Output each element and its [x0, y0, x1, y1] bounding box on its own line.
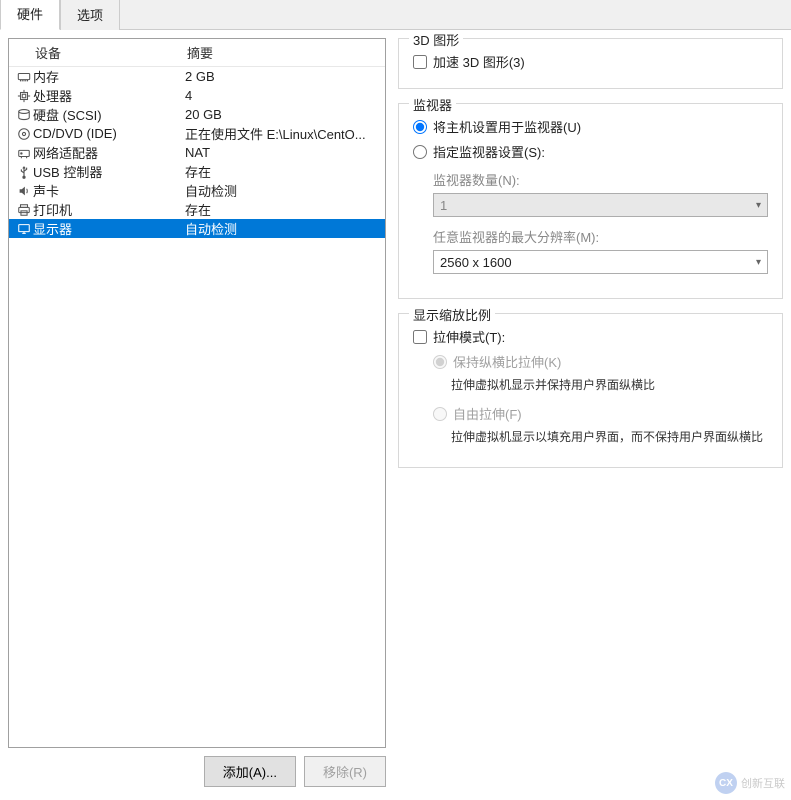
header-device: 设备: [17, 43, 187, 62]
monitor-count-select: 1 ▾: [433, 193, 768, 217]
checkbox-stretch-mode-label: 拉伸模式(T):: [433, 327, 505, 346]
radio-keep-aspect-label: 保持纵横比拉伸(K): [453, 352, 561, 371]
group-monitor: 监视器 将主机设置用于监视器(U) 指定监视器设置(S): 监视器数量(N): …: [398, 103, 783, 299]
watermark: CX 创新互联: [715, 772, 785, 794]
hardware-row-summary: 存在: [185, 200, 379, 219]
free-stretch-desc: 拉伸虚拟机显示以填充用户界面，而不保持用户界面纵横比: [451, 428, 768, 445]
printer-icon: [15, 203, 33, 217]
checkbox-accelerate-3d-label: 加速 3D 图形(3): [433, 52, 525, 71]
hardware-row[interactable]: 内存 2 GB: [9, 67, 385, 86]
hardware-row-summary: 4: [185, 88, 379, 103]
disk-icon: [15, 108, 33, 122]
header-summary: 摘要: [187, 43, 377, 62]
remove-button: 移除(R): [304, 756, 386, 787]
hardware-row[interactable]: 处理器 4: [9, 86, 385, 105]
hardware-row-summary: 正在使用文件 E:\Linux\CentO...: [185, 124, 379, 143]
hardware-row-summary: NAT: [185, 145, 379, 160]
checkbox-stretch-mode[interactable]: 拉伸模式(T):: [413, 324, 768, 349]
hardware-row[interactable]: 硬盘 (SCSI) 20 GB: [9, 105, 385, 124]
cpu-icon: [15, 89, 33, 103]
tab-hardware[interactable]: 硬件: [0, 0, 60, 30]
hardware-row[interactable]: 声卡 自动检测: [9, 181, 385, 200]
network-icon: [15, 146, 33, 160]
hardware-list-header: 设备 摘要: [9, 39, 385, 67]
group-display-scale: 显示缩放比例 拉伸模式(T): 保持纵横比拉伸(K) 拉伸虚拟机显示并保持用户界…: [398, 313, 783, 468]
radio-free-stretch-input: [433, 407, 447, 421]
hardware-row[interactable]: 网络适配器 NAT: [9, 143, 385, 162]
hardware-row[interactable]: 显示器 自动检测: [9, 219, 385, 238]
hardware-row-name: 网络适配器: [33, 143, 98, 162]
hardware-row-name: 显示器: [33, 219, 72, 238]
tab-options[interactable]: 选项: [60, 0, 120, 30]
radio-specify-label: 指定监视器设置(S):: [433, 142, 545, 161]
hardware-row-name: CD/DVD (IDE): [33, 126, 117, 141]
add-button[interactable]: 添加(A)...: [204, 756, 296, 787]
group-scale-title: 显示缩放比例: [409, 305, 495, 324]
group-3d-graphics: 3D 图形 加速 3D 图形(3): [398, 38, 783, 89]
monitor-maxres-value: 2560 x 1600: [440, 255, 512, 270]
sound-icon: [15, 184, 33, 198]
checkbox-stretch-mode-input[interactable]: [413, 330, 427, 344]
checkbox-accelerate-3d[interactable]: 加速 3D 图形(3): [413, 49, 768, 74]
hardware-row-name: 硬盘 (SCSI): [33, 105, 102, 124]
radio-specify-input[interactable]: [413, 145, 427, 159]
radio-free-stretch-label: 自由拉伸(F): [453, 404, 522, 423]
hardware-row-summary: 自动检测: [185, 181, 379, 200]
hardware-row-summary: 存在: [185, 162, 379, 181]
radio-use-host-input[interactable]: [413, 120, 427, 134]
watermark-logo-icon: CX: [715, 772, 737, 794]
hardware-row-name: 处理器: [33, 86, 72, 105]
hardware-row-name: 声卡: [33, 181, 59, 200]
hardware-row-name: 打印机: [33, 200, 72, 219]
hardware-row-name: USB 控制器: [33, 162, 102, 181]
watermark-text: 创新互联: [741, 775, 785, 791]
chevron-down-icon: ▾: [756, 257, 761, 268]
chevron-down-icon: ▾: [756, 200, 761, 211]
keep-aspect-desc: 拉伸虚拟机显示并保持用户界面纵横比: [451, 376, 768, 393]
group-monitor-title: 监视器: [409, 95, 456, 114]
hardware-row-summary: 自动检测: [185, 219, 379, 238]
hardware-row-summary: 2 GB: [185, 69, 379, 84]
monitor-count-label: 监视器数量(N):: [433, 170, 768, 189]
monitor-maxres-select[interactable]: 2560 x 1600 ▾: [433, 250, 768, 274]
hardware-row[interactable]: CD/DVD (IDE) 正在使用文件 E:\Linux\CentO...: [9, 124, 385, 143]
monitor-maxres-label: 任意监视器的最大分辨率(M):: [433, 227, 768, 246]
group-3d-title: 3D 图形: [409, 30, 463, 49]
cd-icon: [15, 127, 33, 141]
radio-keep-aspect: 保持纵横比拉伸(K): [433, 349, 768, 374]
radio-use-host[interactable]: 将主机设置用于监视器(U): [413, 114, 768, 139]
hardware-list: 设备 摘要 内存 2 GB 处理器 4 硬盘 (SCSI) 20 GB CD/DVD (ID…: [8, 38, 386, 748]
display-icon: [15, 222, 33, 236]
radio-specify[interactable]: 指定监视器设置(S):: [413, 139, 768, 164]
radio-use-host-label: 将主机设置用于监视器(U): [433, 117, 581, 136]
radio-free-stretch: 自由拉伸(F): [433, 401, 768, 426]
hardware-row[interactable]: 打印机 存在: [9, 200, 385, 219]
hardware-row-name: 内存: [33, 67, 59, 86]
checkbox-accelerate-3d-input[interactable]: [413, 55, 427, 69]
memory-icon: [15, 70, 33, 84]
hardware-row[interactable]: USB 控制器 存在: [9, 162, 385, 181]
radio-keep-aspect-input: [433, 355, 447, 369]
hardware-row-summary: 20 GB: [185, 107, 379, 122]
usb-icon: [15, 165, 33, 179]
monitor-count-value: 1: [440, 198, 447, 213]
